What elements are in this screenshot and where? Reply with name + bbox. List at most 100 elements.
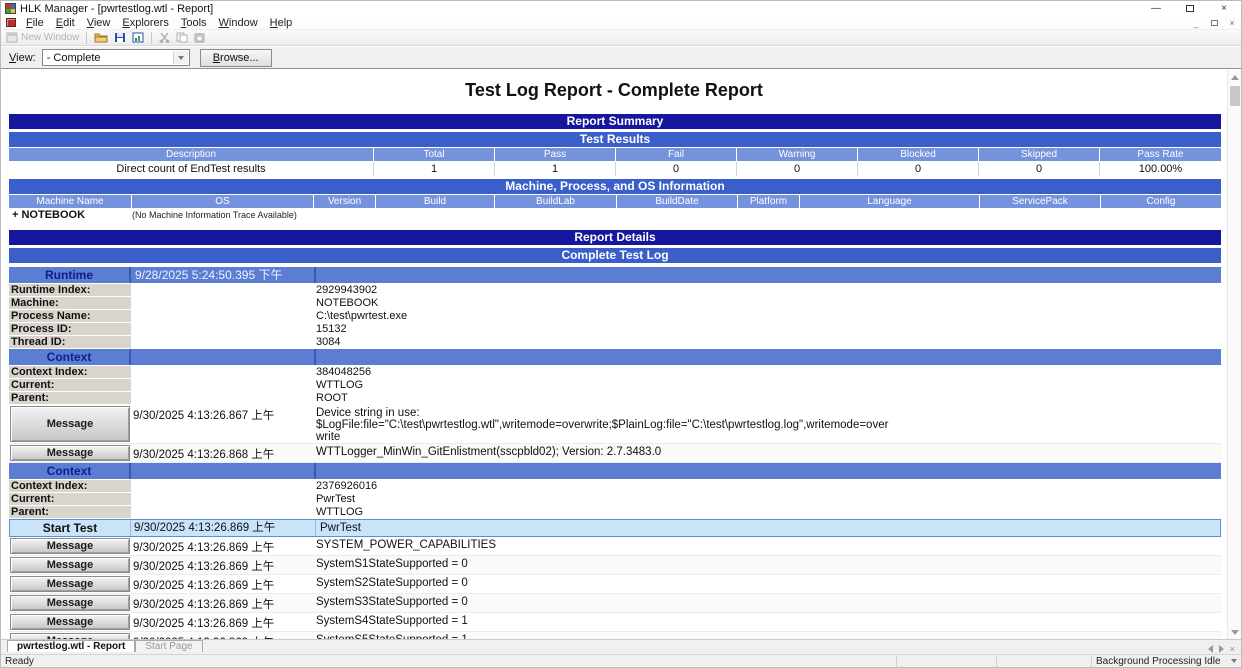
restore-icon[interactable]	[1173, 1, 1207, 16]
chevron-down-icon[interactable]	[173, 51, 188, 64]
save-button[interactable]	[111, 31, 129, 45]
view-select[interactable]: - Complete	[42, 49, 190, 66]
report-summary-header: Report Summary	[9, 114, 1221, 129]
menu-window[interactable]: Window	[213, 17, 264, 29]
log-kv-row: Process ID: 15132	[9, 323, 1221, 336]
tab-start-page[interactable]: Start Page	[135, 640, 202, 652]
message-button[interactable]: Message	[10, 595, 130, 611]
message-text: WTTLogger_MinWin_GitEnlistment(sscpbld02…	[316, 444, 1221, 462]
message-button[interactable]: Message	[10, 557, 130, 573]
column-header: Fail	[616, 148, 737, 161]
log-kv-value: 2929943902	[316, 284, 1221, 297]
paste-button[interactable]	[191, 31, 208, 45]
status-ready: Ready	[1, 656, 896, 667]
menu-explorers[interactable]: Explorers	[116, 17, 174, 29]
scroll-down-icon[interactable]	[1228, 625, 1241, 639]
menu-edit[interactable]: Edit	[50, 17, 81, 29]
test-results-cell: 100.00%	[1100, 162, 1221, 176]
log-kv-value: 2376926016	[316, 480, 1221, 493]
scrollbar-thumb[interactable]	[1230, 86, 1240, 106]
export-report-button[interactable]	[129, 31, 147, 45]
log-kv-value: 15132	[316, 323, 1221, 336]
menu-help[interactable]: Help	[264, 17, 299, 29]
column-header: BuildDate	[617, 195, 738, 208]
scroll-up-icon[interactable]	[1228, 70, 1241, 84]
new-window-label: New Window	[21, 32, 79, 43]
log-message-row: Message9/30/2025 4:13:26.869 上午SystemS1S…	[9, 556, 1221, 575]
log-section-timestamp: 9/28/2025 5:24:50.395 下午	[131, 267, 316, 283]
test-results-cell: 0	[858, 162, 979, 176]
document-tab-bar: pwrtestlog.wtl - ReportStart Page ×	[1, 639, 1241, 654]
close-icon[interactable]: ×	[1207, 1, 1241, 16]
column-header: ServicePack	[980, 195, 1101, 208]
message-button[interactable]: Message	[10, 445, 130, 461]
column-header: Skipped	[979, 148, 1100, 161]
new-window-button[interactable]: New Window	[3, 31, 82, 45]
tab-scroll-right-icon[interactable]	[1219, 645, 1224, 653]
message-button[interactable]: Message	[10, 538, 130, 554]
message-text: Device string in use:$LogFile:file="C:\t…	[316, 405, 1221, 443]
log-section-row[interactable]: Context	[9, 349, 1221, 366]
browse-button[interactable]: Browse...	[200, 49, 272, 67]
menu-file[interactable]: File	[20, 17, 50, 29]
copy-button[interactable]	[173, 31, 191, 45]
log-kv-value: PwrTest	[316, 493, 1221, 506]
start-test-row[interactable]: Start Test9/30/2025 4:13:26.869 上午PwrTes…	[9, 519, 1221, 537]
message-timestamp: 9/30/2025 4:13:26.869 上午	[131, 556, 316, 574]
log-message-row: Message9/30/2025 4:13:26.869 上午SystemS3S…	[9, 594, 1221, 613]
minimize-icon[interactable]: —	[1139, 1, 1173, 16]
open-button[interactable]	[91, 31, 111, 45]
column-header: Blocked	[858, 148, 979, 161]
log-kv-row: Context Index:2376926016	[9, 480, 1221, 493]
paste-clipboard-icon	[194, 32, 205, 43]
message-button[interactable]: Message	[10, 406, 130, 442]
tab-pwrtestlog-wtl-report[interactable]: pwrtestlog.wtl - Report	[7, 640, 135, 652]
log-kv-value: ROOT	[316, 392, 1221, 405]
message-line: SystemS4StateSupported = 1	[316, 615, 1221, 627]
machine-info-row: + NOTEBOOK (No Machine Information Trace…	[9, 209, 1221, 222]
message-button[interactable]: Message	[10, 576, 130, 592]
document-icon[interactable]	[6, 18, 16, 27]
log-kv-label: Runtime Index:	[9, 284, 131, 297]
log-kv-row: Context Index:384048256	[9, 366, 1221, 379]
log-kv-label: Current:	[9, 493, 131, 506]
message-button[interactable]: Message	[10, 614, 130, 630]
message-line: Device string in use:	[316, 407, 1221, 419]
log-section-label: Runtime	[9, 267, 131, 283]
mdi-minimize-icon[interactable]: _	[1187, 18, 1205, 28]
window-title: HLK Manager - [pwrtestlog.wtl - Report]	[20, 3, 213, 15]
cut-button[interactable]	[156, 31, 173, 45]
column-header: Platform	[738, 195, 800, 208]
test-results-cell: 0	[979, 162, 1100, 176]
menu-view[interactable]: View	[81, 17, 117, 29]
machine-info-column-headers: Machine NameOSVersionBuildBuildLabBuildD…	[9, 195, 1221, 208]
tab-close-icon[interactable]: ×	[1230, 644, 1235, 654]
log-section-row[interactable]: Runtime9/28/2025 5:24:50.395 下午	[9, 267, 1221, 284]
machine-name-expander[interactable]: + NOTEBOOK	[9, 209, 132, 222]
column-header: Build	[376, 195, 495, 208]
log-kv-row: Current: PwrTest	[9, 493, 1221, 506]
mdi-restore-icon[interactable]	[1205, 18, 1223, 28]
log-section-row[interactable]: Context	[9, 463, 1221, 480]
column-header: Language	[800, 195, 980, 208]
vertical-scrollbar[interactable]	[1227, 70, 1241, 639]
mdi-close-icon[interactable]: ×	[1223, 18, 1241, 28]
log-kv-value: C:\test\pwrtest.exe	[316, 310, 1221, 323]
background-processing-label: Background Processing Idle	[1096, 656, 1221, 667]
tab-scroll-left-icon[interactable]	[1208, 645, 1213, 653]
log-kv-value: WTTLOG	[316, 506, 1221, 519]
column-header: Machine Name	[9, 195, 132, 208]
title-bar: HLK Manager - [pwrtestlog.wtl - Report] …	[1, 1, 1241, 16]
log-message-row: Message9/30/2025 4:13:26.869 上午SYSTEM_PO…	[9, 537, 1221, 556]
message-timestamp: 9/30/2025 4:13:26.869 上午	[131, 613, 316, 631]
machine-info-note: (No Machine Information Trace Available)	[132, 209, 297, 222]
log-kv-value: NOTEBOOK	[316, 297, 1221, 310]
chevron-down-icon[interactable]	[1231, 659, 1237, 663]
message-text: SystemS4StateSupported = 1	[316, 613, 1221, 631]
start-test-value: PwrTest	[316, 520, 1220, 536]
column-header: BuildLab	[495, 195, 617, 208]
log-kv-label: Process ID:	[9, 323, 131, 336]
menu-tools[interactable]: Tools	[175, 17, 213, 29]
hlk-manager-window: HLK Manager - [pwrtestlog.wtl - Report] …	[0, 0, 1242, 668]
background-processing-select[interactable]: Background Processing Idle	[1091, 656, 1241, 667]
